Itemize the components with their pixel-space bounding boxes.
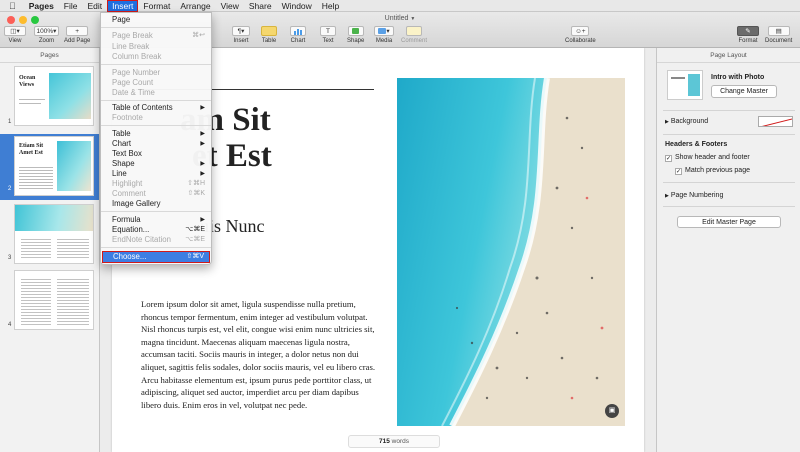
menu-item-page[interactable]: Page (101, 15, 211, 25)
menu-item-table-of-contents[interactable]: Table of Contents ▶ (101, 103, 211, 113)
text-button[interactable]: T Text (320, 26, 336, 44)
view-button[interactable]: ◫▾ View (4, 26, 26, 44)
menu-item-page-break[interactable]: Page Break ⌘↩ (101, 31, 211, 41)
menu-item-equation[interactable]: Equation... ⌥⌘E (101, 225, 211, 235)
headers-footers-label: Headers & Footers (665, 141, 728, 148)
table-icon (261, 26, 277, 36)
checkmark-icon: ✓ (665, 155, 672, 162)
menu-item-column-break[interactable]: Column Break (101, 52, 211, 62)
menu-view[interactable]: View (216, 0, 244, 12)
menu-item-highlight[interactable]: Highlight ⇧⌘H (101, 179, 211, 189)
menu-insert[interactable]: Insert (107, 0, 139, 12)
menu-arrange[interactable]: Arrange (175, 0, 215, 12)
show-header-footer-checkbox[interactable]: ✓ Show header and footer (665, 154, 750, 162)
zoom-select[interactable]: 100% ▾ (34, 26, 59, 36)
submenu-arrow-icon: ▶ (200, 217, 205, 223)
background-section[interactable]: ▶ Background (665, 118, 708, 125)
page-thumbnail-2[interactable]: Etiam Sit Amet Est (14, 136, 94, 196)
collaborate-icon: ☺+ (571, 26, 590, 36)
menu-window[interactable]: Window (277, 0, 317, 12)
menu-edit[interactable]: Edit (83, 0, 108, 12)
menu-item-date-time[interactable]: Date & Time (101, 88, 211, 98)
change-master-button[interactable]: Change Master (711, 85, 777, 98)
paragraph-icon: ¶▾ (232, 26, 250, 36)
apple-icon[interactable]:  (0, 0, 24, 12)
submenu-arrow-icon: ▶ (200, 141, 205, 147)
menu-item-formula[interactable]: Formula ▶ (101, 215, 211, 225)
thumbnail-photo (57, 141, 91, 191)
submenu-arrow-icon: ▶ (200, 105, 205, 111)
page-numbering-section[interactable]: ▶ Page Numbering (665, 192, 723, 199)
add-page-button[interactable]: + Add Page (64, 26, 90, 44)
menu-item-image-gallery[interactable]: Image Gallery (101, 199, 211, 209)
thumbnail-title: Ocean Views (19, 75, 36, 88)
page-thumbnail-1[interactable]: Ocean Views (14, 66, 94, 126)
menu-app-name[interactable]: Pages (24, 0, 59, 12)
collaborate-button[interactable]: ☺+ Collaborate (565, 26, 596, 44)
shape-button[interactable]: Shape (347, 26, 364, 44)
document-icon: ▤ (767, 26, 790, 36)
zoom-control[interactable]: 100% ▾ Zoom (34, 26, 59, 44)
master-name: Intro with Photo (711, 74, 765, 81)
menu-item-page-count[interactable]: Page Count (101, 78, 211, 88)
chart-icon (290, 26, 306, 36)
beach-photo[interactable]: ▣ (397, 78, 625, 426)
sidebar-icon: ◫▾ (4, 26, 26, 36)
submenu-arrow-icon: ▶ (200, 171, 205, 177)
menu-item-page-number[interactable]: Page Number (101, 68, 211, 78)
pages-sidebar: Pages 1 Ocean Views 2 Etiam Sit Amet Est… (0, 48, 100, 452)
background-color-well[interactable] (758, 116, 793, 127)
menu-item-chart[interactable]: Chart ▶ (101, 139, 211, 149)
table-button[interactable]: Table (261, 26, 277, 44)
page-number: 2 (8, 186, 12, 192)
photo-replace-icon[interactable]: ▣ (605, 404, 619, 418)
plus-icon: + (66, 26, 89, 36)
menu-item-line[interactable]: Line ▶ (101, 169, 211, 179)
media-icon: ▾ (374, 26, 394, 36)
menu-item-line-break[interactable]: Line Break (101, 42, 211, 52)
checkmark-icon: ✓ (675, 168, 682, 175)
comment-icon (406, 26, 422, 36)
comment-button[interactable]: Comment (401, 26, 427, 44)
page-number: 1 (8, 119, 12, 125)
inspector-header: Page Layout (657, 48, 800, 63)
menu-share[interactable]: Share (244, 0, 277, 12)
format-inspector: Page Layout Intro with Photo Change Mast… (656, 48, 800, 452)
pages-header: Pages (0, 48, 99, 63)
shape-icon (347, 26, 364, 36)
match-previous-checkbox[interactable]: ✓ Match previous page (675, 167, 750, 175)
paintbrush-icon: ✎ (737, 26, 759, 36)
edit-master-button[interactable]: Edit Master Page (677, 216, 781, 228)
menu-item-table[interactable]: Table ▶ (101, 129, 211, 139)
menu-help[interactable]: Help (317, 0, 344, 12)
page-number: 4 (8, 322, 12, 328)
word-count[interactable]: 715 words (348, 435, 440, 448)
chart-button[interactable]: Chart (290, 26, 306, 44)
submenu-arrow-icon: ▶ (200, 161, 205, 167)
page-thumbnail-4[interactable] (14, 270, 94, 330)
menu-format[interactable]: Format (138, 0, 175, 12)
menu-item-endnote-citation[interactable]: EndNote Citation ⌥⌘E (101, 235, 211, 245)
menu-item-text-box[interactable]: Text Box (101, 149, 211, 159)
thumbnail-photo (49, 73, 91, 119)
menu-item-shape[interactable]: Shape ▶ (101, 159, 211, 169)
menu-bar:  Pages File Edit Insert Format Arrange … (0, 0, 800, 12)
menu-item-comment[interactable]: Comment ⇧⌘K (101, 189, 211, 199)
format-button[interactable]: ✎ Format (737, 26, 759, 44)
submenu-arrow-icon: ▶ (200, 131, 205, 137)
document-button[interactable]: ▤ Document (765, 26, 792, 44)
insert-menu: Page Page Break ⌘↩ Line Break Column Brea… (100, 12, 212, 265)
menu-item-choose[interactable]: Choose... ⇧⌘V (102, 251, 210, 263)
body-text[interactable]: Lorem ipsum dolor sit amet, ligula suspe… (141, 298, 376, 411)
insert-button[interactable]: ¶▾ Insert (232, 26, 250, 44)
thumbnail-title: Etiam Sit Amet Est (19, 143, 44, 156)
thumbnail-photo (15, 205, 93, 231)
master-thumbnail[interactable] (667, 70, 703, 100)
page-thumbnail-3[interactable] (14, 204, 94, 264)
text-box-icon: T (320, 26, 336, 36)
page-number: 3 (8, 255, 12, 261)
media-button[interactable]: ▾ Media (374, 26, 394, 44)
menu-file[interactable]: File (59, 0, 83, 12)
menu-item-footnote[interactable]: Footnote (101, 113, 211, 123)
